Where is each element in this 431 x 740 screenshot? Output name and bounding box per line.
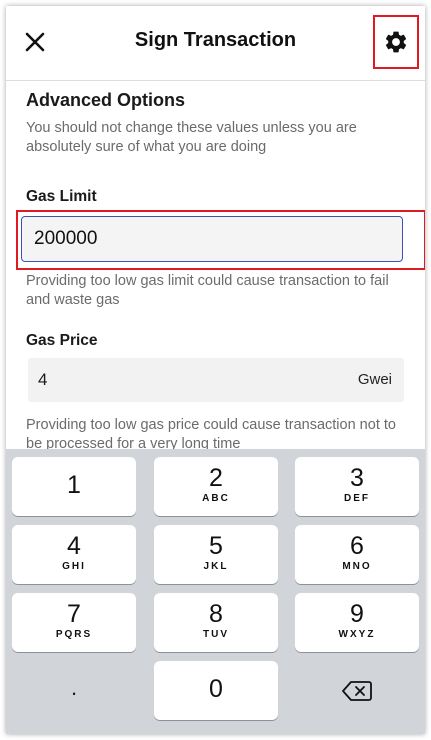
- section-title: Advanced Options: [26, 90, 186, 110]
- gas-price-label: Gas Price: [26, 332, 98, 349]
- section-description: You should not change these values unles…: [26, 120, 357, 155]
- page-title: Sign Transaction: [134, 29, 297, 51]
- key-6[interactable]: 6 MNO: [295, 525, 419, 584]
- gas-limit-highlight: [16, 210, 425, 270]
- gas-price-value: 4: [38, 370, 48, 389]
- key-backspace[interactable]: [295, 661, 419, 720]
- key-8[interactable]: 8 TUV: [154, 593, 278, 652]
- key-3[interactable]: 3 DEF: [295, 457, 419, 516]
- app-frame: Sign Transaction Advanced Options You sh…: [6, 6, 425, 734]
- key-decimal[interactable]: .: [12, 661, 136, 720]
- backspace-icon: [342, 681, 372, 701]
- key-4[interactable]: 4 GHI: [12, 525, 136, 584]
- gas-price-unit: Gwei: [357, 371, 392, 388]
- key-1[interactable]: 1: [12, 457, 136, 516]
- gear-icon: [385, 31, 407, 53]
- gas-limit-input[interactable]: [21, 216, 403, 262]
- gas-limit-helper: Providing too low gas limit could cause …: [26, 273, 389, 308]
- gas-limit-label: Gas Limit: [26, 188, 97, 205]
- numeric-keyboard: 1 2 ABC 3 DEF 4 GHI 5 JKL 6 MNO 7 PQRS 8…: [6, 449, 425, 734]
- key-9[interactable]: 9 WXYZ: [295, 593, 419, 652]
- advanced-options-section: Advanced Options You should not change t…: [16, 90, 425, 452]
- key-7[interactable]: 7 PQRS: [12, 593, 136, 652]
- settings-button[interactable]: [373, 15, 419, 69]
- key-0[interactable]: 0: [154, 661, 278, 720]
- key-5[interactable]: 5 JKL: [154, 525, 278, 584]
- key-2[interactable]: 2 ABC: [154, 457, 278, 516]
- top-bar: Sign Transaction: [6, 6, 425, 81]
- gas-price-input[interactable]: 4 Gwei: [28, 358, 404, 402]
